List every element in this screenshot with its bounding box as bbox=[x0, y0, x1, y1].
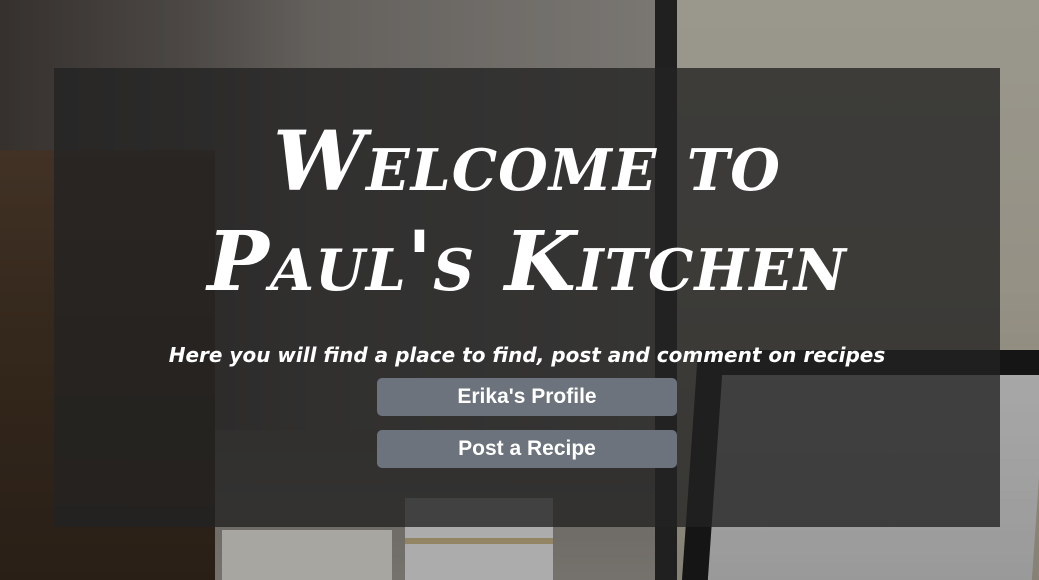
hero-tagline: Here you will find a place to find, post… bbox=[168, 343, 886, 367]
page: Welcome to Paul's Kitchen Here you will … bbox=[0, 0, 1039, 580]
page-title: Welcome to Paul's Kitchen bbox=[207, 114, 847, 310]
post-recipe-button[interactable]: Post a Recipe bbox=[377, 430, 677, 468]
profile-button[interactable]: Erika's Profile bbox=[377, 378, 677, 416]
hero-panel: Welcome to Paul's Kitchen Here you will … bbox=[54, 68, 1000, 527]
